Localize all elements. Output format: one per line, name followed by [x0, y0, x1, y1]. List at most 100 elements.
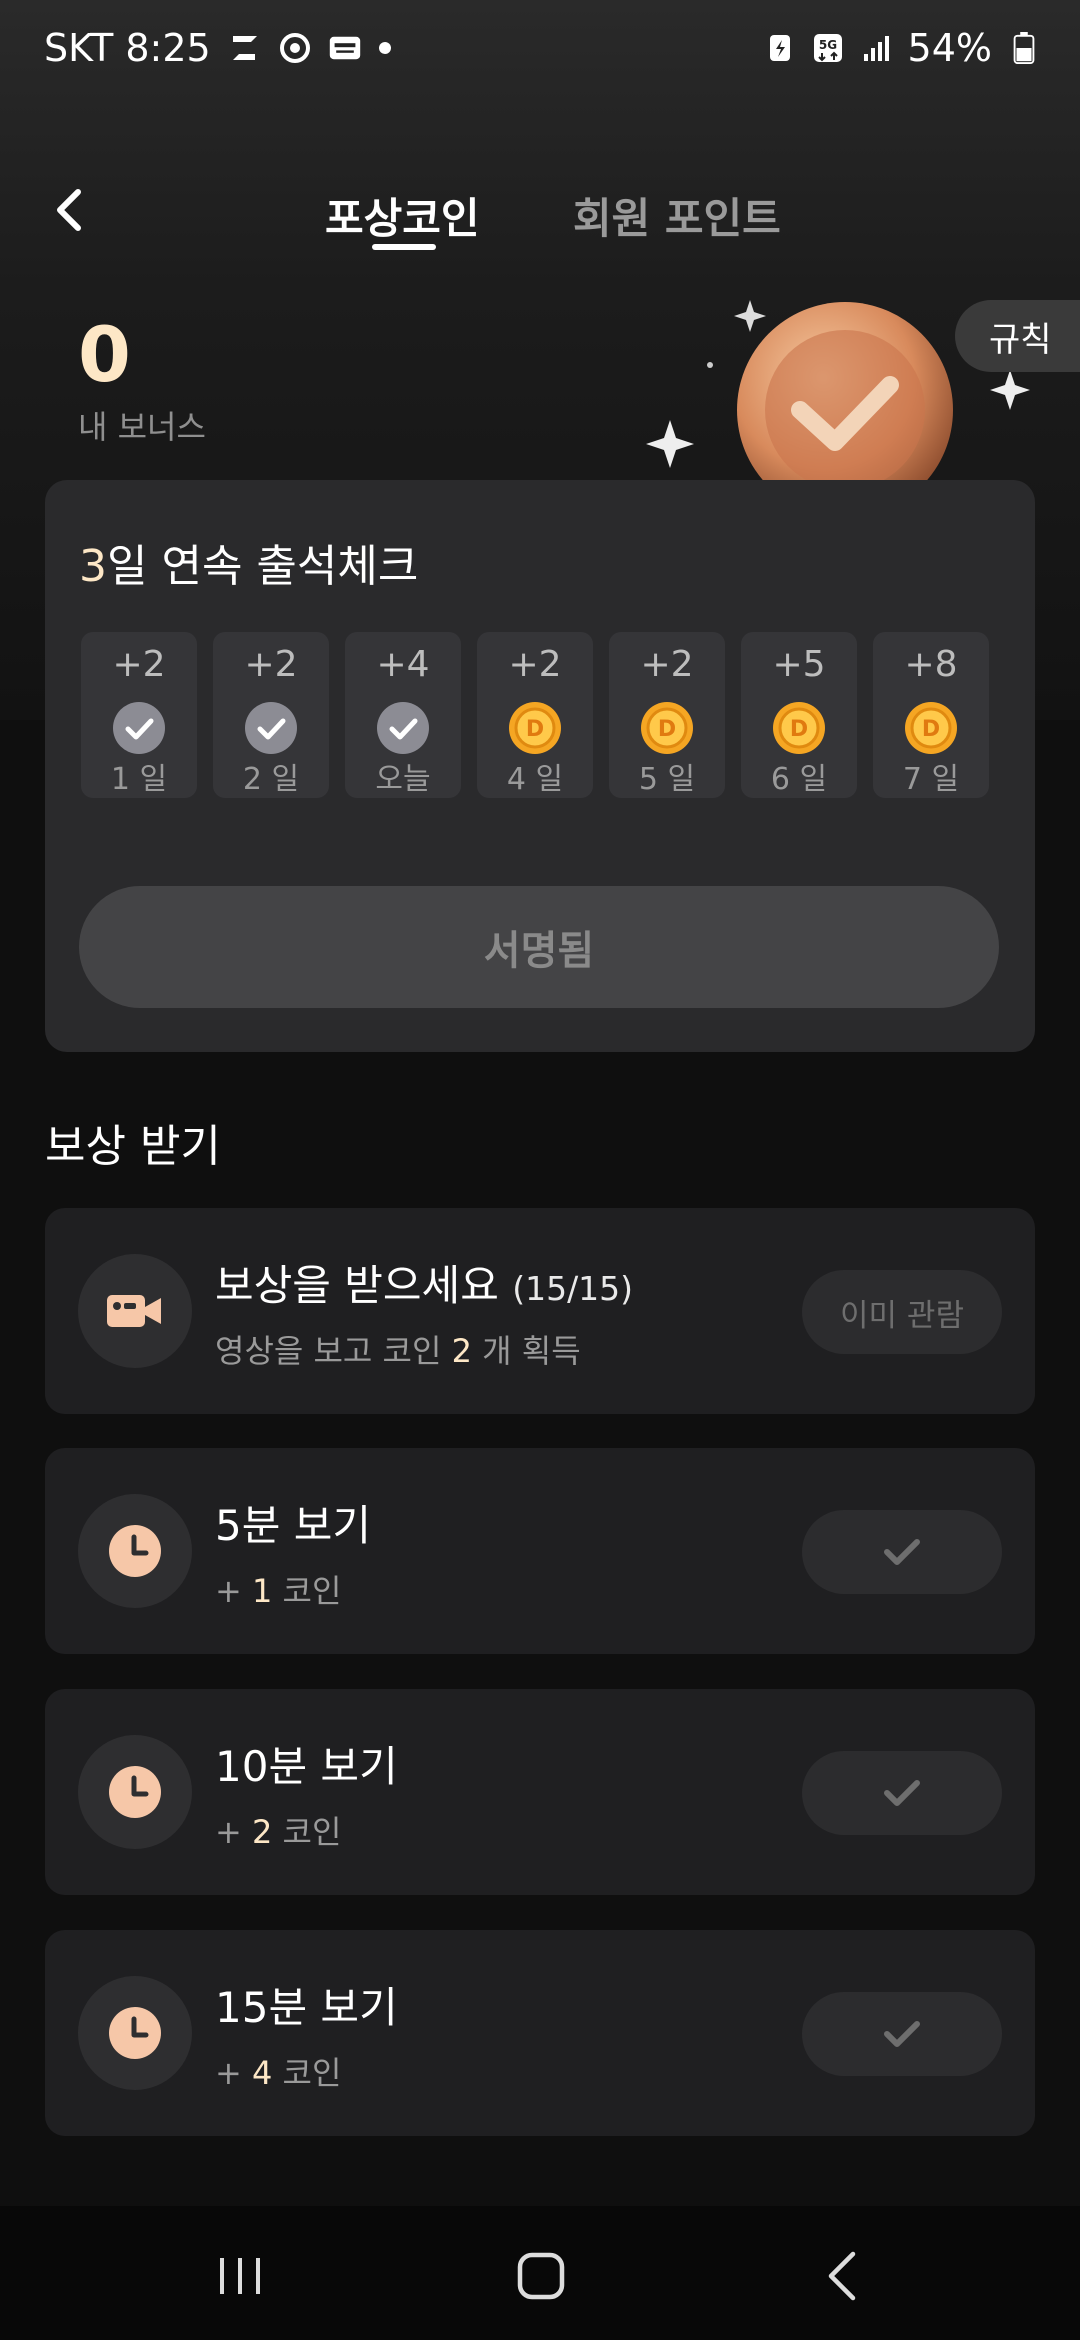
system-nav-bar: [0, 2206, 1080, 2340]
reward-title: 15분 보기: [215, 1983, 398, 2032]
streak-days: 3: [79, 541, 107, 592]
reward-sub-suffix: 코인: [282, 1813, 342, 1851]
recent-apps-icon[interactable]: [210, 2248, 270, 2304]
clock-icon: [109, 2007, 161, 2059]
check-circle-icon: [245, 702, 297, 754]
day-label: 1 일: [110, 762, 168, 797]
reward-icon-wrap: [78, 1494, 192, 1608]
day-points: +8: [904, 644, 958, 685]
day-item: +5 D 6 일: [741, 632, 857, 798]
bonus-value: 0: [78, 310, 131, 399]
chrome-icon: [279, 33, 310, 63]
attendance-days: +2 1 일 +2 2 일 +4 오늘 +2 D 4 일 +2 D 5 일 +5…: [81, 632, 1001, 798]
reward-sub-prefix: +: [215, 1813, 242, 1851]
signed-button[interactable]: 서명됨: [79, 886, 999, 1008]
day-item: +4 오늘: [345, 632, 461, 798]
reward-title-text: 보상을 받으세요: [215, 1261, 499, 1310]
reward-count: (15/15): [512, 1269, 634, 1308]
home-icon[interactable]: [511, 2248, 571, 2304]
reward-amount: 1: [251, 1572, 273, 1610]
reward-icon-wrap: [78, 1735, 192, 1849]
day-item: +2 D 4 일: [477, 632, 593, 798]
check-icon: [884, 2021, 920, 2047]
day-points: +4: [376, 644, 430, 685]
bonus-label: 내 보너스: [78, 408, 206, 446]
day-label: 4 일: [506, 762, 564, 797]
reward-icon-wrap: [78, 1976, 192, 2090]
day-points: +2: [244, 644, 298, 685]
reward-sub-suffix: 코인: [282, 1572, 342, 1610]
day-points: +5: [772, 644, 826, 685]
battery-saver-icon: [769, 35, 790, 61]
coin-icon: D: [641, 702, 693, 754]
nav-back-icon[interactable]: [815, 2248, 875, 2304]
battery-percent: 54%: [907, 26, 992, 70]
status-left: SKT 8:25: [44, 26, 391, 70]
signal-icon: [863, 36, 889, 61]
reward-amount: 4: [251, 2054, 273, 2092]
status-bar: SKT 8:25 5G 54%: [0, 0, 1080, 100]
coin-icon: D: [905, 702, 957, 754]
day-label: 7 일: [902, 762, 960, 797]
notification-dot: [378, 42, 391, 54]
reward-sub-prefix: 영상을 보고 코인: [215, 1332, 442, 1370]
tab-reward-coin[interactable]: 포상코인: [325, 185, 480, 246]
active-tab-indicator: [372, 244, 436, 250]
coin-icon: D: [509, 702, 561, 754]
reward-card-10min: 10분 보기 + 2 코인: [45, 1689, 1035, 1895]
completed-check-button[interactable]: [802, 1992, 1002, 2076]
check-circle-icon: [113, 702, 165, 754]
attendance-card: 3일 연속 출석체크 +2 1 일 +2 2 일 +4 오늘 +2 D 4 일 …: [45, 480, 1035, 1052]
rewards-section-title: 보상 받기: [45, 1121, 221, 1172]
clock-icon: [109, 1766, 161, 1818]
day-label: 5 일: [638, 762, 696, 797]
back-arrow-icon[interactable]: [40, 180, 100, 240]
video-camera-icon: [107, 1295, 161, 1327]
day-item: +2 2 일: [213, 632, 329, 798]
completed-check-button[interactable]: [802, 1751, 1002, 1835]
svg-text:D: D: [526, 717, 544, 742]
reward-subtitle: + 2 코인: [215, 1807, 341, 1853]
reward-card-5min: 5분 보기 + 1 코인: [45, 1448, 1035, 1654]
reward-title: 보상을 받으세요 (15/15): [215, 1252, 633, 1313]
day-label: 2 일: [242, 762, 300, 797]
attendance-title: 3일 연속 출석체크: [79, 530, 418, 594]
carrier-time: SKT 8:25: [44, 26, 211, 70]
reward-card-video: 보상을 받으세요 (15/15) 영상을 보고 코인 2 개 획득 이미 관람: [45, 1208, 1035, 1414]
reward-title: 5분 보기: [215, 1501, 371, 1550]
reward-title: 10분 보기: [215, 1742, 398, 1791]
already-watched-button[interactable]: 이미 관람: [802, 1270, 1002, 1354]
reward-sub-suffix: 개 획득: [482, 1332, 581, 1370]
day-item: +2 D 5 일: [609, 632, 725, 798]
tab-member-points[interactable]: 회원 포인트: [573, 185, 781, 246]
coin-icon: D: [773, 702, 825, 754]
rules-button[interactable]: 규칙: [955, 300, 1080, 372]
svg-text:D: D: [790, 717, 808, 742]
5g-icon: 5G: [813, 34, 842, 62]
svg-text:D: D: [658, 717, 676, 742]
completed-check-button[interactable]: [802, 1510, 1002, 1594]
reward-subtitle: 영상을 보고 코인 2 개 획득: [215, 1326, 581, 1372]
reward-subtitle: + 1 코인: [215, 1566, 341, 1612]
reward-subtitle: + 4 코인: [215, 2048, 341, 2094]
day-points: +2: [640, 644, 694, 685]
reward-card-15min: 15분 보기 + 4 코인: [45, 1930, 1035, 2136]
day-label: 오늘: [375, 762, 431, 797]
clock-icon: [109, 1525, 161, 1577]
bolt-app-icon: [232, 36, 257, 60]
reward-icon-wrap: [78, 1254, 192, 1368]
status-right: 5G 54%: [764, 26, 1040, 70]
attendance-title-text: 일 연속 출석체크: [107, 541, 419, 592]
check-icon: [884, 1539, 920, 1565]
day-label: 6 일: [770, 762, 828, 797]
reward-amount: 2: [251, 1813, 273, 1851]
svg-text:5G: 5G: [818, 38, 836, 52]
check-circle-icon: [377, 702, 429, 754]
reward-sub-suffix: 코인: [282, 2054, 342, 2092]
check-icon: [884, 1780, 920, 1806]
day-points: +2: [508, 644, 562, 685]
reward-sub-prefix: +: [215, 1572, 242, 1610]
kia-connect-icon: [329, 36, 360, 60]
svg-text:D: D: [922, 717, 940, 742]
reward-sub-prefix: +: [215, 2054, 242, 2092]
